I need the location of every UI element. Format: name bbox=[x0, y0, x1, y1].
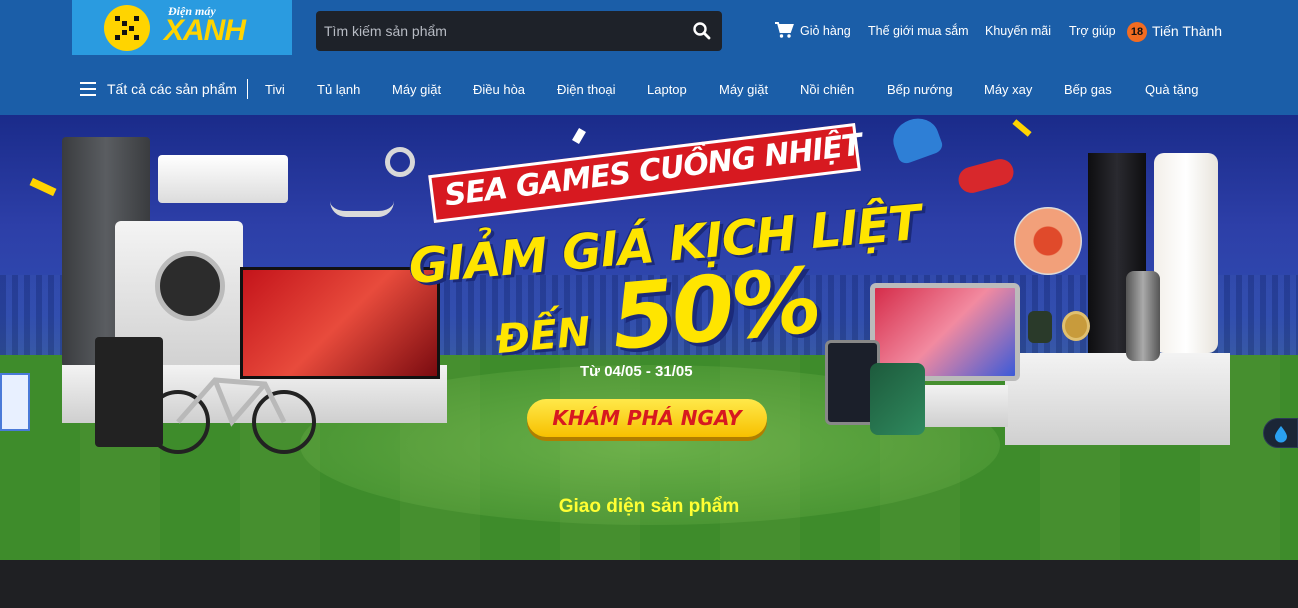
promotions-link[interactable]: Khuyến mãi bbox=[985, 24, 1051, 38]
nav-item-tivi[interactable]: Tivi bbox=[265, 82, 285, 97]
search-input[interactable] bbox=[324, 19, 684, 43]
promo-banner[interactable]: SEA GAMES CUỒNG NHIỆT GIẢM GIÁ KỊCH LIỆT… bbox=[0, 115, 1298, 560]
nav-item-qua-tang[interactable]: Quà tặng bbox=[1145, 82, 1199, 97]
speaker-red-icon bbox=[955, 156, 1017, 196]
gold-watch-image bbox=[1062, 311, 1090, 341]
nav-item-noi-chien[interactable]: Nồi chiên bbox=[800, 82, 854, 97]
user-name[interactable]: Tiến Thành bbox=[1152, 23, 1222, 39]
logo-mark-icon bbox=[104, 5, 150, 51]
phone-image bbox=[870, 363, 925, 435]
ring-icon bbox=[385, 147, 415, 177]
logo-main-text: XANH bbox=[164, 14, 246, 47]
explore-now-button[interactable]: KHÁM PHÁ NGAY bbox=[527, 399, 767, 437]
confetti-2 bbox=[1012, 119, 1032, 137]
watch-image bbox=[1028, 311, 1052, 343]
nav-item-dieu-hoa[interactable]: Điều hòa bbox=[473, 82, 525, 97]
user-avatar[interactable]: 18 bbox=[1127, 22, 1147, 42]
nav-item-may-xay[interactable]: Máy xay bbox=[984, 82, 1032, 97]
nav-item-may-giat[interactable]: Máy giặt bbox=[392, 82, 441, 97]
nav-item-bep-gas[interactable]: Bếp gas bbox=[1064, 82, 1112, 97]
air-cooler-image bbox=[1154, 153, 1218, 353]
site-header: Điện máy XANH Giỏ hàng Thế giới mua sắm … bbox=[0, 0, 1298, 115]
confetti-1 bbox=[29, 177, 57, 197]
water-drop-icon bbox=[1275, 426, 1287, 443]
headline-percent: 50% bbox=[607, 248, 823, 371]
hamburger-icon[interactable] bbox=[80, 82, 96, 96]
nav-item-may-giat-2[interactable]: Máy giặt bbox=[719, 82, 768, 97]
page-footer-strip bbox=[0, 560, 1298, 608]
helmet-icon bbox=[887, 115, 945, 166]
confetti-3 bbox=[572, 127, 586, 145]
air-conditioner-image bbox=[158, 155, 288, 203]
search-icon[interactable] bbox=[692, 21, 712, 41]
glasses-icon bbox=[330, 201, 394, 217]
fan-image bbox=[1014, 207, 1082, 275]
floating-widget-button[interactable] bbox=[1263, 418, 1298, 448]
banner-caption: Giao diện sản phẩm bbox=[558, 496, 740, 517]
nav-item-tu-lanh[interactable]: Tủ lạnh bbox=[317, 82, 360, 97]
cart-icon[interactable] bbox=[774, 21, 794, 39]
cart-link[interactable]: Giỏ hàng bbox=[800, 24, 851, 38]
nav-divider bbox=[247, 79, 248, 99]
gift-box-image bbox=[0, 373, 30, 431]
category-nav: Tất cả các sản phẩm Tivi Tủ lạnh Máy giặ… bbox=[0, 70, 1298, 110]
headline-prefix: ĐẾN bbox=[494, 308, 593, 364]
nav-item-dien-thoai[interactable]: Điện thoại bbox=[557, 82, 616, 97]
nav-item-bep-nuong[interactable]: Bếp nướng bbox=[887, 82, 953, 97]
podium-right bbox=[1005, 353, 1230, 445]
site-logo[interactable]: Điện máy XANH bbox=[72, 0, 292, 55]
juicer-image bbox=[1126, 271, 1160, 361]
search-box bbox=[316, 11, 722, 51]
shopping-world-link[interactable]: Thế giới mua sắm bbox=[868, 24, 969, 38]
promo-date: Từ 04/05 - 31/05 bbox=[580, 363, 693, 380]
help-link[interactable]: Trợ giúp bbox=[1069, 24, 1116, 38]
nav-item-laptop[interactable]: Laptop bbox=[647, 82, 687, 97]
bicycle-image bbox=[146, 377, 316, 454]
nav-all-products[interactable]: Tất cả các sản phẩm bbox=[107, 81, 237, 97]
